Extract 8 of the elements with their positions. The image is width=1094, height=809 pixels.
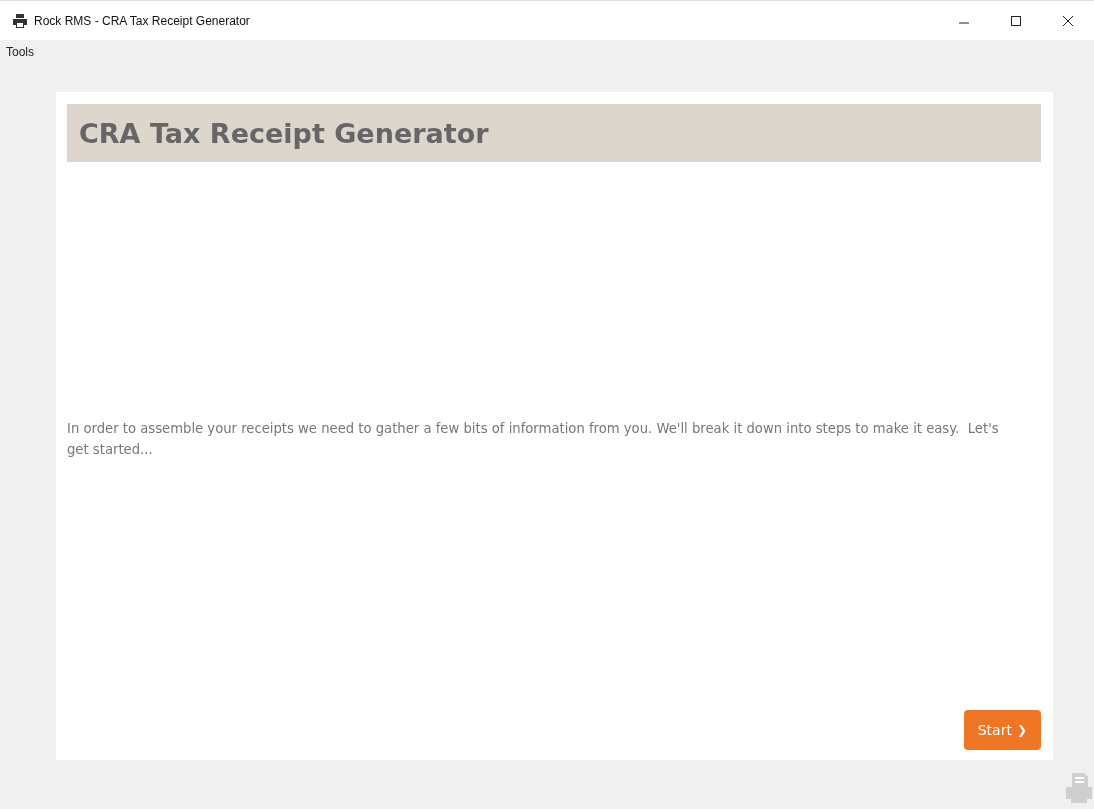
printer-icon xyxy=(12,13,28,28)
window-title: Rock RMS - CRA Tax Receipt Generator xyxy=(34,13,251,28)
page-heading: CRA Tax Receipt Generator xyxy=(79,117,489,149)
intro-paragraph: In order to assemble your receipts we need to gather a few bits of information from you. We'll break it down into steps to make it easy. Let's get started... xyxy=(67,420,1000,459)
close-icon[interactable] xyxy=(1062,14,1074,27)
printer-icon xyxy=(1066,773,1092,803)
menu-item[interactable]: Tools xyxy=(6,45,34,59)
maximize-icon[interactable] xyxy=(1010,14,1022,27)
